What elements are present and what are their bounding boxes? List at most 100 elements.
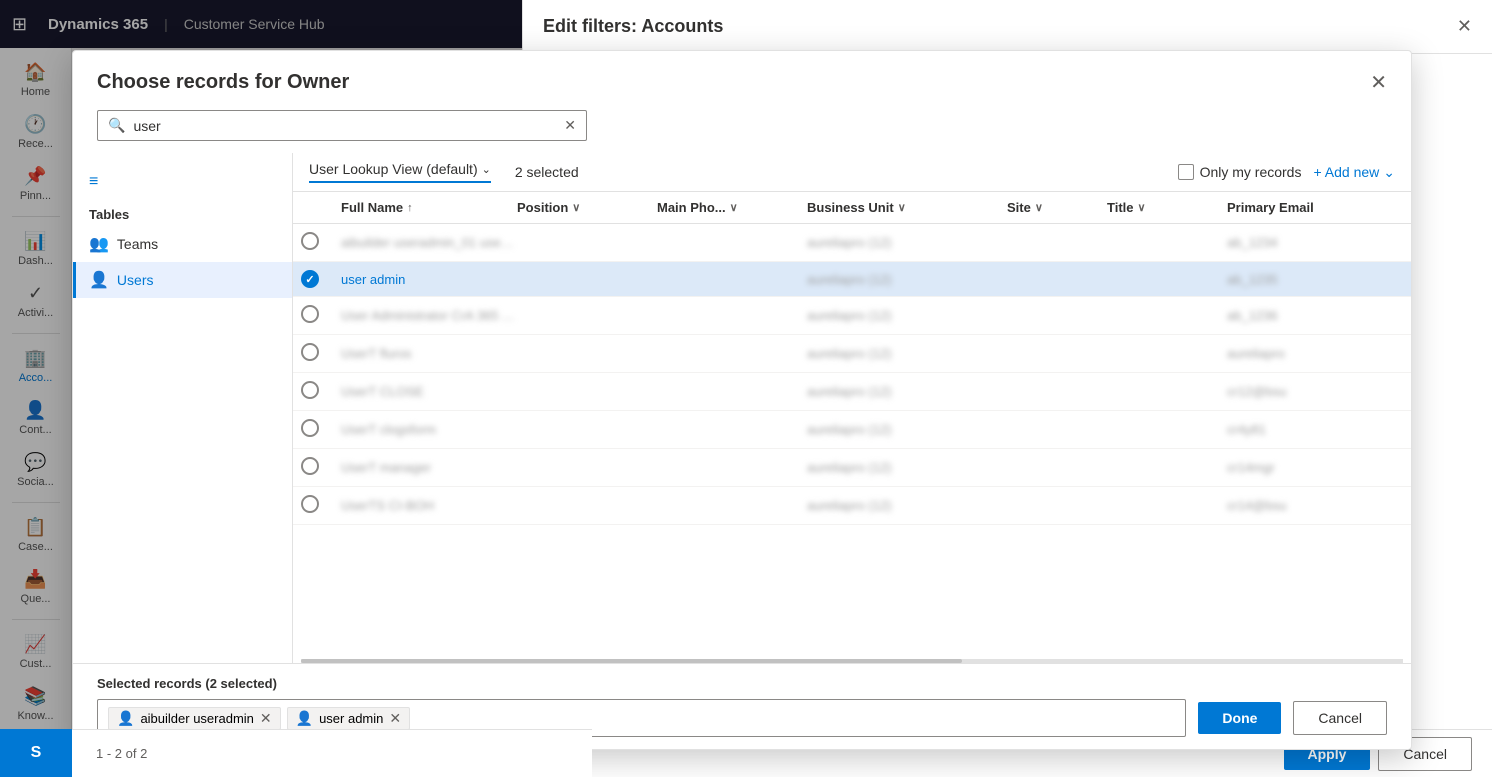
row5-select[interactable] xyxy=(301,381,341,402)
users-icon: 👤 xyxy=(89,270,109,290)
add-new-button[interactable]: + Add new ⌄ xyxy=(1313,164,1395,181)
row5-radio[interactable] xyxy=(301,381,319,399)
row8-radio[interactable] xyxy=(301,495,319,513)
row2-business-unit: aureliapro (12) xyxy=(807,272,1007,287)
row1-business-unit: aureliapro (12) xyxy=(807,235,1007,250)
tag1-remove-button[interactable]: ✕ xyxy=(260,711,272,725)
tag2-user-icon: 👤 xyxy=(296,710,313,727)
table-row[interactable]: UserT clogsform aureliapro (12) cr4y81 xyxy=(293,411,1411,449)
col-full-name[interactable]: Full Name ↑ xyxy=(341,200,517,215)
row3-full-name: User Administrator CrA 365 Analytics xyxy=(341,308,517,323)
table-row[interactable]: UserT CLOSE aureliapro (12) cr12@bsu xyxy=(293,373,1411,411)
edit-filters-header: Edit filters: Accounts ✕ xyxy=(523,0,1492,54)
table-row[interactable]: UserT manager aureliapro (12) cr14mgr xyxy=(293,449,1411,487)
row7-select[interactable] xyxy=(301,457,341,478)
position-sort-icon: ∨ xyxy=(572,201,580,214)
row2-select[interactable] xyxy=(301,270,341,288)
tag1-label: aibuilder useradmin xyxy=(140,711,253,726)
tables-section-label: Tables xyxy=(73,199,292,226)
row6-select[interactable] xyxy=(301,419,341,440)
selected-records-label: Selected records (2 selected) xyxy=(97,676,1387,691)
row8-full-name: UserTS CI-BOH xyxy=(341,498,517,513)
col-title-label: Title xyxy=(1107,200,1134,215)
table-row[interactable]: UserT fluros aureliapro (12) aureliapro xyxy=(293,335,1411,373)
row3-radio[interactable] xyxy=(301,305,319,323)
row3-business-unit: aureliapro (12) xyxy=(807,308,1007,323)
tag2-remove-button[interactable]: ✕ xyxy=(389,711,401,725)
data-table: Full Name ↑ Position ∨ Main Pho... ∨ Bus… xyxy=(293,192,1411,659)
row4-select[interactable] xyxy=(301,343,341,364)
col-title[interactable]: Title ∨ xyxy=(1107,200,1227,215)
table-toolbar: User Lookup View (default) ⌄ 2 selected … xyxy=(293,153,1411,192)
table-row[interactable]: UserTS CI-BOH aureliapro (12) cr14@bsu xyxy=(293,487,1411,525)
search-box: 🔍 ✕ xyxy=(97,110,587,141)
row1-select[interactable] xyxy=(301,232,341,253)
user-admin-link[interactable]: user admin xyxy=(341,272,405,287)
col-main-phone-label: Main Pho... xyxy=(657,200,726,215)
col-primary-email[interactable]: Primary Email xyxy=(1227,200,1403,215)
row6-primary-email: cr4y81 xyxy=(1227,422,1403,437)
row4-business-unit: aureliapro (12) xyxy=(807,346,1007,361)
row8-primary-email: cr14@bsu xyxy=(1227,498,1403,513)
done-button[interactable]: Done xyxy=(1198,702,1281,734)
row7-full-name: UserT manager xyxy=(341,460,517,475)
only-my-records-checkbox[interactable] xyxy=(1178,164,1194,180)
row4-primary-email: aureliapro xyxy=(1227,346,1403,361)
row6-business-unit: aureliapro (12) xyxy=(807,422,1007,437)
add-new-chevron: ⌄ xyxy=(1383,164,1395,181)
row1-radio[interactable] xyxy=(301,232,319,250)
row3-primary-email: ab_1236 xyxy=(1227,308,1403,323)
col-business-unit[interactable]: Business Unit ∨ xyxy=(807,200,1007,215)
nav-item-users[interactable]: 👤 Users xyxy=(73,262,292,298)
col-site[interactable]: Site ∨ xyxy=(1007,200,1107,215)
left-panel-header: ≡ xyxy=(73,165,292,199)
main-phone-sort-icon: ∨ xyxy=(730,201,738,214)
search-clear-button[interactable]: ✕ xyxy=(564,117,576,134)
col-primary-email-label: Primary Email xyxy=(1227,200,1314,215)
pagination-label: 1 - 2 of 2 xyxy=(96,746,147,761)
view-selector-label: User Lookup View (default) xyxy=(309,161,478,177)
col-main-phone[interactable]: Main Pho... ∨ xyxy=(657,200,807,215)
view-selector-chevron: ⌄ xyxy=(482,163,491,176)
row5-business-unit: aureliapro (12) xyxy=(807,384,1007,399)
teams-icon: 👥 xyxy=(89,234,109,254)
col-select xyxy=(301,200,341,215)
col-site-label: Site xyxy=(1007,200,1031,215)
hamburger-icon[interactable]: ≡ xyxy=(89,173,98,191)
site-sort-icon: ∨ xyxy=(1035,201,1043,214)
table-header-row: Full Name ↑ Position ∨ Main Pho... ∨ Bus… xyxy=(293,192,1411,224)
col-position[interactable]: Position ∨ xyxy=(517,200,657,215)
row4-radio[interactable] xyxy=(301,343,319,361)
modal-title: Choose records for Owner xyxy=(97,71,349,94)
tag1-user-icon: 👤 xyxy=(117,710,134,727)
search-input[interactable] xyxy=(133,118,556,134)
row2-primary-email: ab_1235 xyxy=(1227,272,1403,287)
row3-select[interactable] xyxy=(301,305,341,326)
row2-radio[interactable] xyxy=(301,270,319,288)
row6-radio[interactable] xyxy=(301,419,319,437)
add-new-label: + Add new xyxy=(1313,164,1379,180)
edit-filters-title: Edit filters: Accounts xyxy=(543,16,723,37)
table-row[interactable]: User Administrator CrA 365 Analytics aur… xyxy=(293,297,1411,335)
table-row[interactable]: aibuilder useradmin_01 user manager aure… xyxy=(293,224,1411,262)
cancel-button[interactable]: Cancel xyxy=(1293,701,1387,735)
row5-primary-email: cr12@bsu xyxy=(1227,384,1403,399)
row2-full-name: user admin xyxy=(341,272,517,287)
col-full-name-label: Full Name xyxy=(341,200,403,215)
title-sort-icon: ∨ xyxy=(1138,201,1146,214)
row5-full-name: UserT CLOSE xyxy=(341,384,517,399)
nav-item-teams[interactable]: 👥 Teams xyxy=(73,226,292,262)
view-selector[interactable]: User Lookup View (default) ⌄ xyxy=(309,161,491,183)
row8-select[interactable] xyxy=(301,495,341,516)
edit-filters-close-button[interactable]: ✕ xyxy=(1457,16,1472,37)
modal-header: Choose records for Owner ✕ xyxy=(73,51,1411,110)
col-business-unit-label: Business Unit xyxy=(807,200,894,215)
table-row[interactable]: user admin aureliapro (12) ab_1235 xyxy=(293,262,1411,297)
selected-tag-2: 👤 user admin ✕ xyxy=(287,707,410,730)
pagination: 1 - 2 of 2 xyxy=(72,729,592,777)
row7-radio[interactable] xyxy=(301,457,319,475)
only-my-records-toggle[interactable]: Only my records xyxy=(1178,164,1302,180)
modal-close-button[interactable]: ✕ xyxy=(1370,73,1387,93)
teams-label: Teams xyxy=(117,236,158,252)
row7-business-unit: aureliapro (12) xyxy=(807,460,1007,475)
